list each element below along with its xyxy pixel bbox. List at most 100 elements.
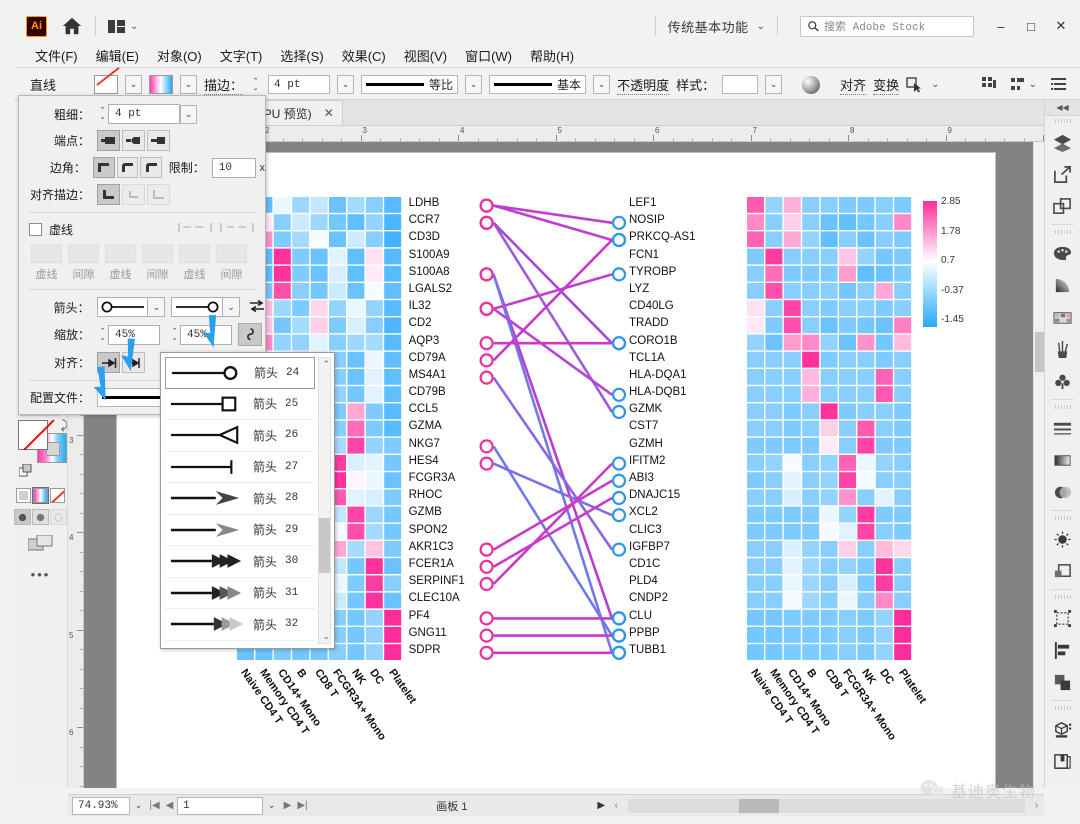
scroll-left-icon[interactable]: ‹ (609, 800, 624, 811)
dash-preserve-icon[interactable] (177, 220, 213, 238)
gradient-panel-icon[interactable] (1045, 269, 1080, 301)
fill-stroke-controls[interactable]: ⤸ (18, 418, 68, 466)
edit-toolbar-button[interactable]: ••• (14, 567, 67, 582)
arrowhead-option[interactable]: 箭头 26 (165, 420, 315, 452)
first-artboard-icon[interactable]: |◀ (147, 800, 162, 811)
miter-join-icon[interactable] (92, 157, 115, 178)
start-arrowhead-dropdown[interactable]: ⌄ (148, 297, 166, 317)
menu-select[interactable]: 选择(S) (271, 44, 332, 67)
chevron-down-icon[interactable]: ⌄ (931, 79, 939, 90)
artboard-number-input[interactable]: 1 (177, 796, 263, 815)
menu-edit[interactable]: 编辑(E) (87, 44, 148, 67)
transform-panel-icon[interactable] (1045, 602, 1080, 634)
3d-panel-icon[interactable] (1045, 713, 1080, 745)
stroke-dropdown[interactable]: ⌄ (180, 75, 198, 94)
draw-inside-icon[interactable] (50, 509, 67, 525)
end-scale-stepper[interactable]: ⌃ ⌄ (169, 325, 180, 344)
chevron-down-icon[interactable]: ⌄ (1029, 79, 1037, 90)
arrowhead-option[interactable]: 箭头 32 (165, 609, 315, 641)
panel-grip[interactable] (1045, 592, 1080, 602)
weight-input[interactable]: 4 pt (108, 104, 180, 124)
chevron-down-icon[interactable]: ⌄ (757, 21, 765, 32)
scrollbar-thumb[interactable] (319, 518, 330, 573)
stroke-profile-combo[interactable]: 等比 (361, 75, 459, 94)
stroke-weight-dropdown[interactable]: ⌄ (337, 75, 355, 94)
arrowhead-option[interactable]: 箭头 28 (165, 483, 315, 515)
menu-help[interactable]: 帮助(H) (521, 44, 583, 67)
arrowhead-option[interactable]: 箭头 30 (165, 546, 315, 578)
projecting-cap-icon[interactable] (147, 130, 170, 151)
appearance-panel-icon[interactable] (1045, 523, 1080, 555)
align-stroke-inside-icon[interactable] (122, 184, 145, 205)
menu-window[interactable]: 窗口(W) (456, 44, 521, 67)
arrowhead-option[interactable]: 箭头 24 (165, 357, 315, 389)
color-mode-gradient[interactable] (32, 487, 49, 504)
start-arrowhead-preview[interactable] (96, 297, 149, 317)
stroke-swatch[interactable] (149, 75, 174, 94)
round-join-icon[interactable] (116, 157, 139, 178)
align-button[interactable]: 对齐 (840, 75, 867, 95)
opacity-label[interactable]: 不透明度 (617, 75, 670, 95)
dash-input-1[interactable] (31, 244, 62, 263)
default-fill-stroke-icon[interactable] (19, 464, 35, 478)
start-scale-stepper[interactable]: ⌃ ⌄ (97, 325, 108, 344)
bevel-join-icon[interactable] (140, 157, 163, 178)
arrowhead-dropdown-list[interactable]: 箭头 24 箭头 25 箭头 26 箭头 27 箭头 28 箭头 29 箭头 30 箭头 31 箭头 32 ⌃ ⌄ (160, 352, 335, 649)
gap-input-1[interactable] (68, 244, 99, 263)
home-icon[interactable] (61, 15, 83, 37)
scrollbar-thumb[interactable] (1035, 332, 1044, 372)
draw-normal-icon[interactable] (14, 509, 31, 525)
align-grid-icon[interactable] (981, 77, 997, 92)
zoom-dropdown[interactable]: ⌄ (130, 797, 147, 815)
scroll-down-icon[interactable]: ⌄ (322, 631, 330, 642)
minimize-button[interactable]: – (986, 14, 1016, 38)
weight-dropdown[interactable]: ⌄ (180, 104, 197, 124)
artboard-dropdown[interactable]: ⌄ (263, 797, 280, 815)
gap-input-2[interactable] (142, 244, 173, 263)
brush-dropdown[interactable]: ⌄ (593, 75, 611, 94)
gradient-bar-panel-icon[interactable] (1045, 444, 1080, 476)
export-panel-icon[interactable] (1045, 158, 1080, 190)
graphic-styles-panel-icon[interactable] (1045, 555, 1080, 587)
transform-button[interactable]: 变换 (873, 75, 900, 95)
draw-behind-icon[interactable] (32, 509, 49, 525)
stroke-weight-stepper[interactable]: ⌃ ⌄ (250, 75, 261, 94)
arrange-documents-icon[interactable]: ⌄ (108, 19, 138, 33)
color-guide-panel-icon[interactable] (1045, 301, 1080, 333)
scroll-up-icon[interactable]: ⌃ (322, 359, 330, 370)
panel-grip[interactable] (1045, 703, 1080, 713)
brush-combo[interactable]: 基本 (489, 75, 587, 94)
align-stroke-center-icon[interactable] (97, 184, 120, 205)
stroke-weight-label[interactable]: 描边： (204, 75, 244, 95)
menu-object[interactable]: 对象(O) (148, 44, 211, 67)
status-expand-icon[interactable]: ▶ (594, 800, 609, 811)
document-setup-icon[interactable] (1051, 78, 1066, 91)
close-icon[interactable]: ✕ (324, 106, 334, 120)
stroke-profile-dropdown[interactable]: ⌄ (465, 75, 483, 94)
fill-dropdown[interactable]: ⌄ (125, 75, 143, 94)
butt-cap-icon[interactable] (97, 130, 120, 151)
swap-arrowheads-icon[interactable] (249, 299, 265, 316)
close-button[interactable]: ✕ (1046, 14, 1076, 38)
align-panel-icon[interactable] (1045, 634, 1080, 666)
swap-fill-stroke-icon[interactable]: ⤸ (61, 418, 68, 433)
collapse-panels-icon[interactable]: ◀◀ (1045, 100, 1080, 116)
panel-grip[interactable] (1045, 227, 1080, 237)
layers-panel-icon[interactable] (1045, 126, 1080, 158)
fill-color-swatch[interactable] (18, 419, 55, 451)
link-scales-icon[interactable] (238, 323, 262, 346)
menu-type[interactable]: 文字(T) (211, 44, 272, 67)
color-mode-none[interactable] (50, 488, 65, 503)
panel-grip[interactable] (1045, 402, 1080, 412)
last-artboard-icon[interactable]: ▶| (295, 800, 310, 811)
shape-cursor-icon[interactable] (906, 76, 924, 93)
arrowhead-option[interactable]: 箭头 29 (165, 515, 315, 546)
menu-file[interactable]: 文件(F) (26, 44, 87, 67)
symbols-panel-icon[interactable] (1045, 365, 1080, 397)
libraries-panel-icon[interactable] (1045, 745, 1080, 777)
limit-input[interactable]: 10 (211, 157, 256, 178)
color-mode-flat[interactable] (16, 488, 31, 503)
asset-export-panel-icon[interactable] (1045, 190, 1080, 222)
maximize-button[interactable]: □ (1016, 14, 1046, 38)
brushes-panel-icon[interactable] (1045, 333, 1080, 365)
